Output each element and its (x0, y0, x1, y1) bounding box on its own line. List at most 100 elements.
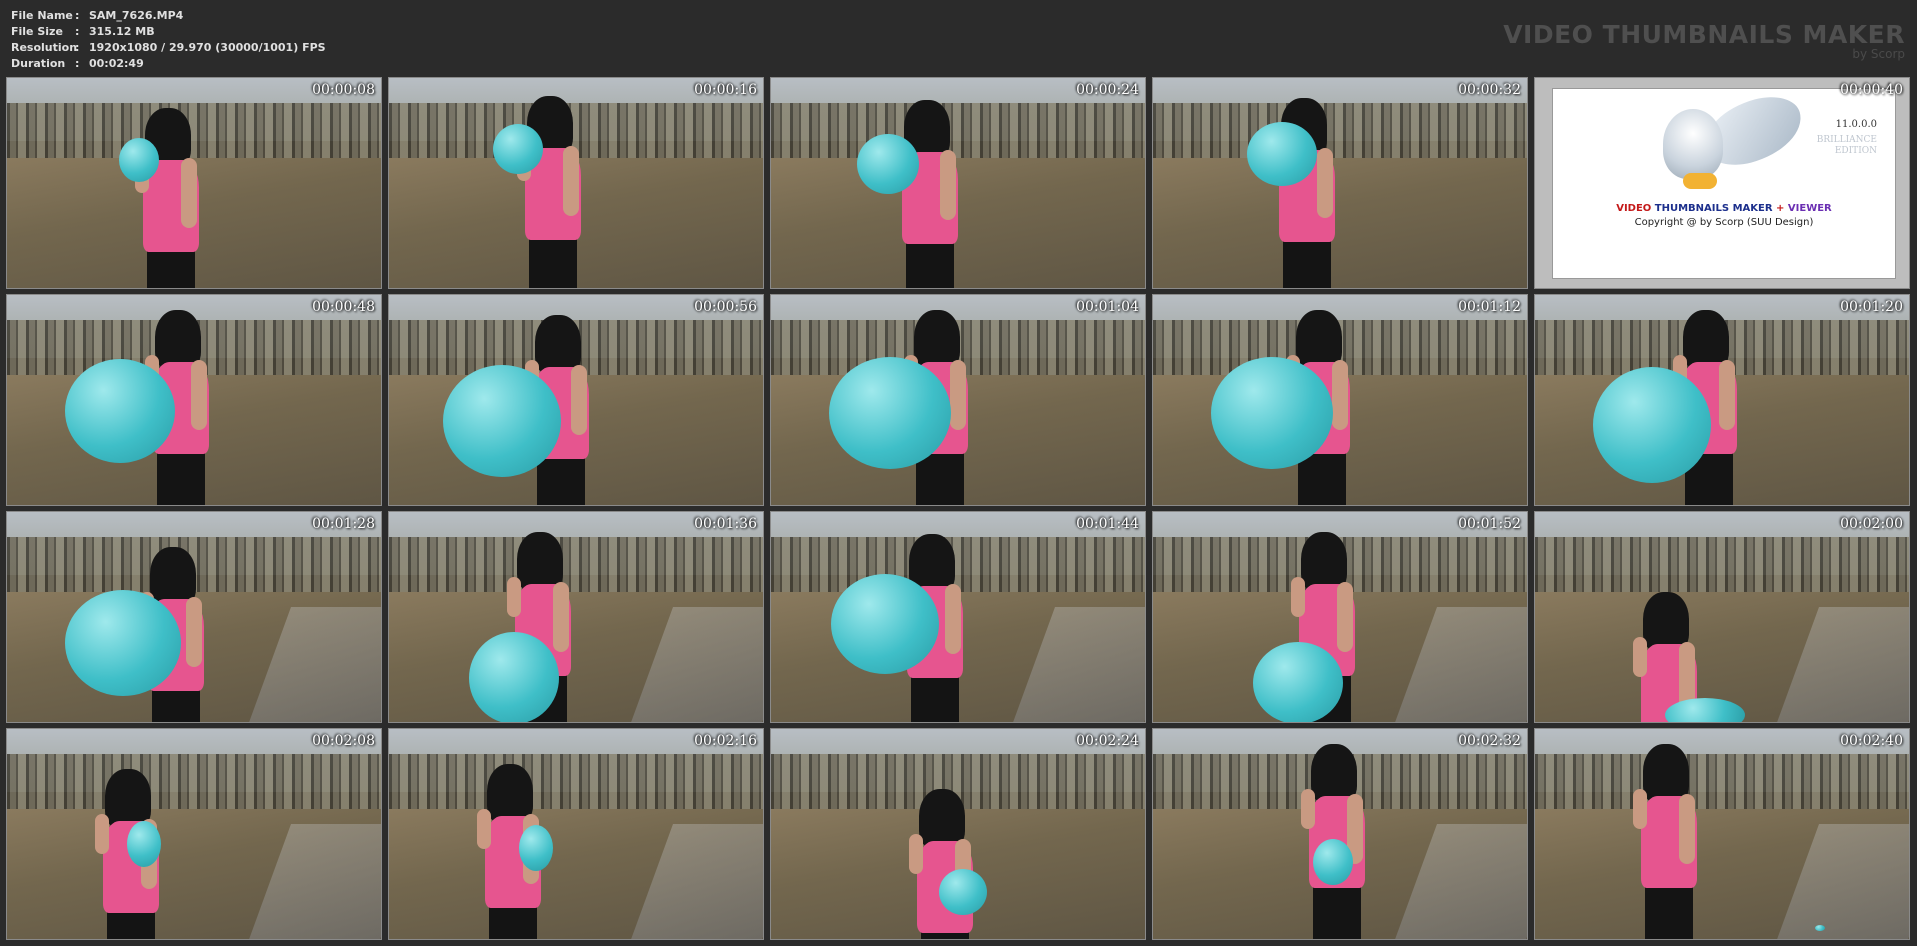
file-size-row: File Size : 315.12 MB (11, 24, 326, 40)
person-legs (107, 909, 155, 939)
duration-row: Duration : 00:02:49 (11, 56, 326, 72)
thumbnail[interactable]: 00:01:44 (770, 511, 1146, 723)
timestamp: 00:02:32 (1458, 733, 1521, 749)
timestamp: 00:00:32 (1458, 82, 1521, 98)
balloon (857, 134, 919, 194)
balloon (443, 365, 561, 477)
edition-label: BRILLIANCE EDITION (1817, 135, 1877, 157)
person-arm (1633, 637, 1647, 677)
resolution-row: Resolution : 1920x1080 / 29.970 (30000/1… (11, 40, 326, 56)
timestamp: 00:02:16 (694, 733, 757, 749)
timestamp: 00:00:40 (1840, 82, 1903, 98)
file-info: File Name : SAM_7626.MP4 File Size : 315… (11, 8, 326, 72)
thumbnail-grid: 00:00:08 00:00:16 00:00:24 00:00:32 11.0.0.… (6, 77, 1910, 940)
timestamp: 00:00:56 (694, 299, 757, 315)
timestamp: 00:02:08 (312, 733, 375, 749)
thumbnail[interactable]: 00:02:40 (1534, 728, 1910, 940)
timestamp: 00:01:36 (694, 516, 757, 532)
logo-card: 11.0.0.0 BRILLIANCE EDITION VIDEO THUMBN… (1552, 88, 1896, 279)
brand-title: VIDEO THUMBNAILS MAKER (1503, 20, 1905, 49)
thumbnail[interactable]: 00:00:24 (770, 77, 1146, 289)
timestamp: 00:01:04 (1076, 299, 1139, 315)
product-name-part2: THUMBNAILS MAKER (1654, 203, 1773, 214)
file-name-value: SAM_7626.MP4 (89, 9, 184, 22)
thumbnail[interactable]: 00:02:08 (6, 728, 382, 940)
timestamp: 00:01:20 (1840, 299, 1903, 315)
thumbnail[interactable]: 00:00:32 (1152, 77, 1528, 289)
separator: : (75, 9, 80, 22)
person-legs (489, 904, 537, 939)
balloon (469, 632, 559, 722)
thumbnail[interactable]: 00:01:04 (770, 294, 1146, 506)
thumbnail[interactable]: 00:01:20 (1534, 294, 1910, 506)
person-legs (537, 455, 585, 505)
thumbnail[interactable]: 00:01:28 (6, 511, 382, 723)
balloon (119, 138, 159, 182)
thumbnail[interactable]: 00:02:00 (1534, 511, 1910, 723)
version-label: 11.0.0.0 (1835, 119, 1877, 130)
trees (389, 537, 763, 601)
trees (389, 754, 763, 818)
thumbnail[interactable]: 00:00:48 (6, 294, 382, 506)
timestamp: 00:01:44 (1076, 516, 1139, 532)
thumbnail[interactable]: 00:00:08 (6, 77, 382, 289)
product-name-part3: VIEWER (1787, 203, 1832, 214)
copyright-text: Copyright @ by Scorp (SUU Design) (1634, 217, 1814, 228)
scroll-icon (1683, 173, 1717, 189)
person-arm (563, 146, 579, 216)
balloon (127, 821, 161, 867)
trees (771, 103, 1145, 167)
timestamp: 00:00:48 (312, 299, 375, 315)
person-arm (477, 809, 491, 849)
file-size-label: File Size (11, 25, 63, 38)
timestamp: 00:00:24 (1076, 82, 1139, 98)
thumbnail[interactable]: 00:01:12 (1152, 294, 1528, 506)
thumbnail[interactable]: 00:02:16 (388, 728, 764, 940)
thumbnail[interactable]: 11.0.0.0 BRILLIANCE EDITION VIDEO THUMBN… (1534, 77, 1910, 289)
trees (1535, 537, 1909, 601)
person-arm (1337, 582, 1353, 652)
person-legs (1313, 884, 1361, 939)
resolution-value: 1920x1080 / 29.970 (30000/1001) FPS (89, 41, 326, 54)
thumbnail[interactable]: 00:01:36 (388, 511, 764, 723)
separator: : (75, 41, 80, 54)
person-arm (1679, 794, 1695, 864)
person-arm (909, 834, 923, 874)
person-arm (1719, 360, 1735, 430)
balloon (1253, 642, 1343, 722)
person-arm (945, 584, 961, 654)
balloon (829, 357, 951, 469)
person-arm (553, 582, 569, 652)
balloon (831, 574, 939, 674)
person-arm (1633, 789, 1647, 829)
owl-icon (1663, 109, 1723, 179)
trees (1153, 103, 1527, 167)
duration-value: 00:02:49 (89, 57, 144, 70)
person-legs (529, 236, 577, 288)
person-legs (1283, 238, 1331, 288)
person-arm (507, 577, 521, 617)
person-legs (152, 687, 200, 722)
timestamp: 00:00:16 (694, 82, 757, 98)
header: File Name : SAM_7626.MP4 File Size : 315… (0, 0, 1917, 77)
thumbnail[interactable]: 00:00:56 (388, 294, 764, 506)
person-arm (940, 150, 956, 220)
timestamp: 00:02:24 (1076, 733, 1139, 749)
balloon (493, 124, 543, 174)
person-legs (911, 674, 959, 722)
ground (1153, 157, 1527, 288)
person-arm (950, 360, 966, 430)
thumbnail[interactable]: 00:01:52 (1152, 511, 1528, 723)
thumbnail[interactable]: 00:02:24 (770, 728, 1146, 940)
balloon (1211, 357, 1333, 469)
thumbnail[interactable]: 00:00:16 (388, 77, 764, 289)
separator: : (75, 57, 80, 70)
resolution-label: Resolution (11, 41, 78, 54)
person-legs (1645, 884, 1693, 939)
thumbnail[interactable]: 00:02:32 (1152, 728, 1528, 940)
timestamp: 00:02:00 (1840, 516, 1903, 532)
trees (7, 754, 381, 818)
timestamp: 00:01:28 (312, 516, 375, 532)
balloon (939, 869, 987, 915)
brand-subtitle: by Scorp (1852, 47, 1905, 61)
